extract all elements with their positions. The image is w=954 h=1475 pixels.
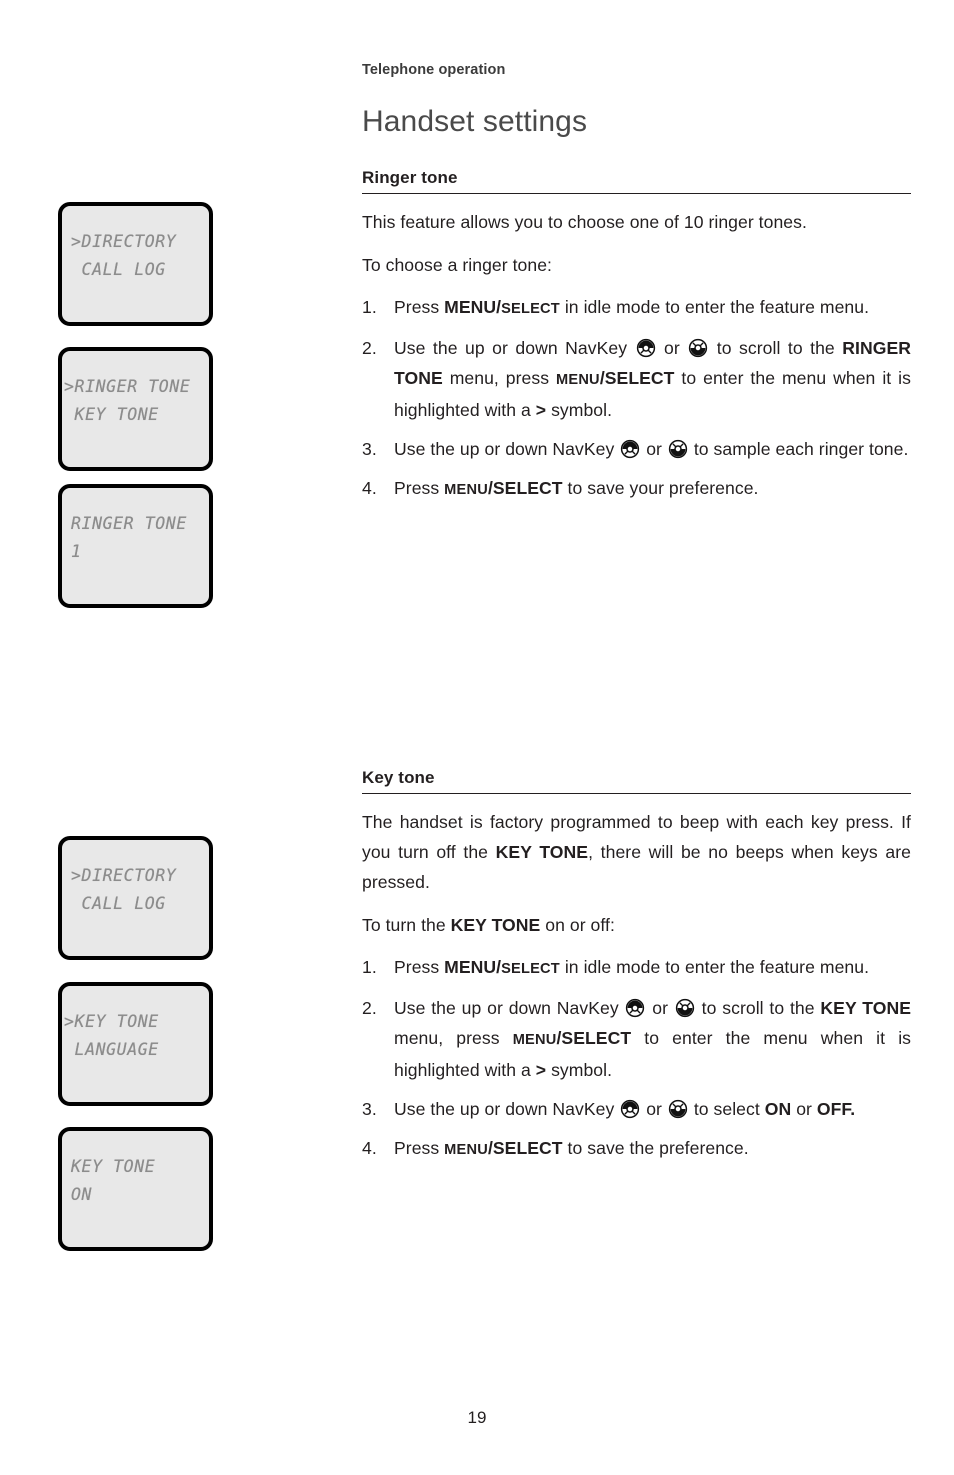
navkey-down-icon xyxy=(675,997,695,1018)
step-item: 3. Use the up or down NavKey or to select… xyxy=(362,1094,911,1124)
step-item: 1. Press MENU/SELECT in idle mode to ente… xyxy=(362,952,911,984)
lcd-screen-key-tone-value: KEY TONE ON xyxy=(58,1127,213,1251)
emphasis-smallcaps: SELECT xyxy=(501,301,560,317)
step-number: 4. xyxy=(362,1138,377,1158)
section-ringer-tone: Ringer tone This feature allows you to ch… xyxy=(362,168,911,505)
navkey-down-icon xyxy=(688,337,708,358)
lcd-text-line: 1 xyxy=(71,542,82,561)
emphasis-smallcaps: SELECT xyxy=(501,961,560,977)
section-key-tone: Key tone The handset is factory programme… xyxy=(362,768,911,1165)
step-number: 1. xyxy=(362,297,377,317)
lcd-text-line: CALL LOG xyxy=(71,894,166,913)
section-lead-in: To choose a ringer tone: xyxy=(362,255,552,275)
step-number: 2. xyxy=(362,338,377,358)
step-number: 3. xyxy=(362,439,377,459)
section-intro: This feature allows you to choose one of… xyxy=(362,212,807,232)
lcd-screen-ringer-tone-value: RINGER TONE 1 xyxy=(58,484,213,608)
lcd-text-line: >KEY TONE xyxy=(64,1012,159,1031)
emphasis-smallcaps: MENU xyxy=(512,1032,557,1048)
navkey-up-icon xyxy=(620,438,640,459)
step-number: 1. xyxy=(362,957,377,977)
emphasis: /SELECT xyxy=(487,478,563,498)
navkey-down-icon xyxy=(668,1098,688,1119)
running-head: Telephone operation xyxy=(362,62,506,78)
lcd-text-line: >DIRECTORY xyxy=(71,866,177,885)
emphasis: /SELECT xyxy=(556,1028,632,1048)
lcd-text-line: >RINGER TONE xyxy=(64,377,191,396)
emphasis: KEY TONE xyxy=(450,915,541,935)
step-number: 2. xyxy=(362,998,377,1018)
emphasis: > xyxy=(535,1060,547,1080)
section-lead-in: To turn the KEY TONE on or off: xyxy=(362,915,615,935)
section-heading-ringer-tone: Ringer tone xyxy=(362,168,911,194)
navkey-up-icon xyxy=(636,337,656,358)
step-item: 4. Press MENU/SELECT to save your prefere… xyxy=(362,473,911,505)
step-list: 1. Press MENU/SELECT in idle mode to ente… xyxy=(362,952,911,1165)
lcd-text-line: KEY TONE xyxy=(64,405,159,424)
emphasis: /SELECT xyxy=(599,368,675,388)
lcd-text-line: KEY TONE xyxy=(71,1157,156,1176)
lcd-screen-key-tone-language: >KEY TONE LANGUAGE xyxy=(58,982,213,1106)
navkey-down-icon xyxy=(668,438,688,459)
lcd-text-line: RINGER TONE xyxy=(71,514,187,533)
step-number: 4. xyxy=(362,478,377,498)
emphasis: OFF. xyxy=(816,1099,856,1119)
emphasis: > xyxy=(535,400,547,420)
lcd-screen-ringer-tone-key-tone: >RINGER TONE KEY TONE xyxy=(58,347,213,471)
emphasis: /SELECT xyxy=(487,1138,563,1158)
lcd-text-line: CALL LOG xyxy=(71,260,166,279)
lcd-text-line: ON xyxy=(71,1185,93,1204)
lcd-text-line: >DIRECTORY xyxy=(71,232,177,251)
section-intro: The handset is factory programmed to bee… xyxy=(362,812,911,892)
navkey-up-icon xyxy=(620,1098,640,1119)
lcd-screen-directory-call-log-2: >DIRECTORY CALL LOG xyxy=(58,836,213,960)
lcd-screen-directory-call-log-1: >DIRECTORY CALL LOG xyxy=(58,202,213,326)
page-number: 19 xyxy=(467,1408,487,1427)
emphasis: MENU/ xyxy=(444,957,502,977)
document-page: Telephone operation Handset settings >DI… xyxy=(0,0,954,1475)
navkey-up-icon xyxy=(625,997,645,1018)
step-number: 3. xyxy=(362,1099,377,1119)
section-heading-key-tone: Key tone xyxy=(362,768,911,794)
emphasis: KEY TONE xyxy=(820,998,911,1018)
step-item: 4. Press MENU/SELECT to save the preferen… xyxy=(362,1133,911,1165)
step-item: 1. Press MENU/SELECT in idle mode to ente… xyxy=(362,292,911,324)
step-item: 3. Use the up or down NavKey or to sample… xyxy=(362,434,911,464)
emphasis: MENU/ xyxy=(444,297,502,317)
emphasis-smallcaps: MENU xyxy=(556,372,600,388)
step-item: 2. Use the up or down NavKey or to scroll… xyxy=(362,993,911,1085)
emphasis: ON xyxy=(764,1099,792,1119)
emphasis: KEY TONE xyxy=(495,842,589,862)
emphasis-smallcaps: MENU xyxy=(444,1142,488,1158)
emphasis-smallcaps: MENU xyxy=(444,482,488,498)
page-title: Handset settings xyxy=(362,105,588,138)
step-list: 1. Press MENU/SELECT in idle mode to ente… xyxy=(362,292,911,505)
lcd-text-line: LANGUAGE xyxy=(64,1040,159,1059)
step-item: 2. Use the up or down NavKey or to scroll… xyxy=(362,333,911,425)
